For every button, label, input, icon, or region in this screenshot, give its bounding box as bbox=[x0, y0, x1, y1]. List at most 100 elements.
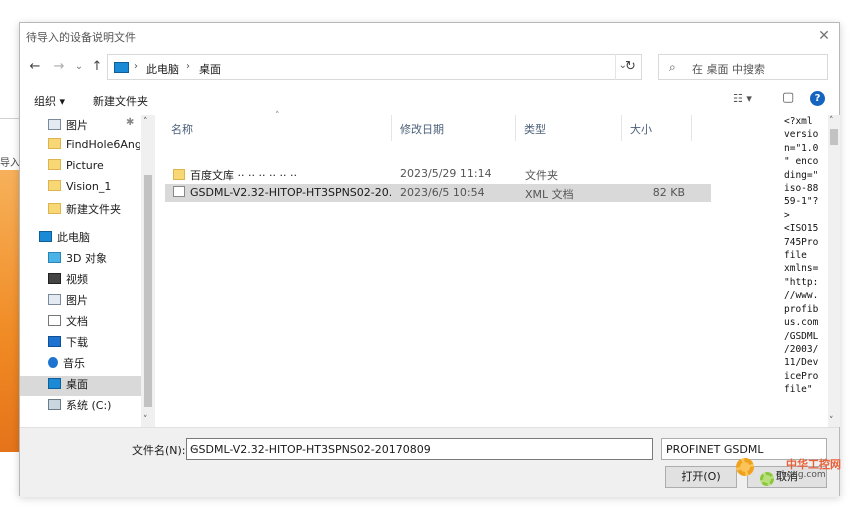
file-list: 名称 ˄ 修改日期 类型 大小 百度文库 ·· ·· ·· ·· ·· ·· 2… bbox=[165, 111, 711, 427]
chevron-down-icon[interactable]: ⌄ bbox=[190, 442, 648, 453]
drive-icon bbox=[48, 399, 61, 410]
file-date-cell: 2023/5/29 11:14 bbox=[400, 167, 492, 180]
column-header-date[interactable]: 修改日期 bbox=[394, 115, 516, 141]
xml-file-icon bbox=[173, 186, 185, 197]
sidebar-item-label: 音乐 bbox=[63, 357, 85, 370]
column-header-name[interactable]: 名称 ˄ bbox=[165, 111, 392, 141]
file-name-cell: 百度文库 ·· ·· ·· ·· ·· ·· bbox=[173, 167, 391, 183]
background-import-label: 导入 bbox=[0, 158, 20, 169]
computer-icon bbox=[114, 62, 129, 73]
sidebar-item-3d-objects[interactable]: 3D 对象 bbox=[48, 250, 140, 270]
preview-line: <?xml bbox=[784, 116, 813, 127]
sidebar-item-music[interactable]: 音乐 bbox=[48, 355, 140, 375]
sidebar-item-downloads[interactable]: 下载 bbox=[48, 334, 140, 354]
picture-icon bbox=[48, 119, 61, 130]
preview-line: us.com bbox=[784, 317, 819, 329]
search-placeholder: 在 桌面 中搜索 bbox=[692, 63, 765, 76]
breadcrumb-separator: › bbox=[186, 61, 190, 72]
folder-icon bbox=[48, 159, 61, 170]
cube-icon bbox=[48, 252, 61, 263]
pin-icon[interactable]: ✱ bbox=[126, 117, 134, 128]
desktop-icon bbox=[48, 378, 61, 389]
preview-line: 59-1"? bbox=[784, 196, 819, 208]
sidebar-item-vision-1[interactable]: Vision_1 bbox=[48, 180, 140, 200]
sidebar-item-system-drive[interactable]: 系统 (C:) bbox=[48, 397, 140, 417]
picture-icon bbox=[48, 294, 61, 305]
sidebar-item-label: 图片 bbox=[66, 294, 88, 307]
preview-line: 11/Dev bbox=[784, 357, 819, 369]
sidebar-item-findhole6angle[interactable]: FindHole6Angle bbox=[48, 138, 140, 158]
preview-line: versio bbox=[784, 129, 819, 141]
file-type-cell: 文件夹 bbox=[525, 169, 558, 182]
file-size-cell: 82 KB bbox=[652, 186, 685, 199]
breadcrumb-desktop[interactable]: 桌面 bbox=[199, 61, 221, 77]
breadcrumb-separator: › bbox=[134, 61, 138, 72]
sidebar-item-this-pc[interactable]: 此电脑 bbox=[39, 229, 139, 249]
preview-line: xmlns= bbox=[784, 263, 819, 275]
sidebar-item-picture[interactable]: Picture bbox=[48, 159, 140, 179]
sidebar-item-label: 此电脑 bbox=[57, 231, 90, 244]
open-button[interactable]: 打开(O) bbox=[665, 466, 737, 488]
organize-menu-button[interactable]: 组织 ▾ bbox=[34, 93, 65, 109]
up-arrow-icon[interactable]: ↑ bbox=[88, 58, 106, 76]
watermark-url: gkong.com bbox=[776, 470, 826, 480]
preview-pane: <?xml versio n="1.0 " enco ding=" iso-88 59-1"… bbox=[784, 115, 830, 427]
folder-icon bbox=[48, 203, 61, 214]
sidebar-item-label: 文档 bbox=[66, 315, 88, 328]
column-label: 大小 bbox=[630, 123, 652, 136]
scrollbar-thumb[interactable] bbox=[144, 175, 152, 407]
column-header-size[interactable]: 大小 bbox=[624, 115, 692, 141]
preview-line: /2003/ bbox=[784, 343, 819, 355]
scroll-down-arrow-icon[interactable]: ˅ bbox=[143, 415, 148, 425]
gear-icon bbox=[760, 472, 774, 486]
preview-line: " enco bbox=[784, 156, 819, 168]
sidebar-item-documents[interactable]: 文档 bbox=[48, 313, 140, 333]
scroll-up-arrow-icon[interactable]: ˄ bbox=[829, 116, 834, 126]
chevron-down-icon[interactable]: ⌄ bbox=[666, 442, 821, 453]
view-options-icon[interactable]: ☷ ▾ bbox=[733, 92, 752, 105]
filename-field[interactable]: GSDML-V2.32-HITOP-HT3SPNS02-20170809 ⌄ bbox=[186, 438, 653, 460]
preview-pane-icon[interactable]: ▢ bbox=[782, 90, 794, 105]
file-name: GSDML-V2.32-HITOP-HT3SPNS02-20... bbox=[190, 186, 391, 199]
sidebar-item-label: 3D 对象 bbox=[66, 252, 107, 265]
preview-line: <ISO15 bbox=[784, 223, 819, 235]
refresh-icon[interactable]: ↻ bbox=[615, 54, 645, 80]
column-header-type[interactable]: 类型 bbox=[518, 115, 622, 141]
sidebar-item-videos[interactable]: 视频 bbox=[48, 271, 140, 291]
navigation-bar: ← → ⌄ ↑ › 此电脑 › 桌面 ⌄ ↻ ⌕ 在 桌面 中搜索 bbox=[20, 54, 839, 80]
preview-line: file" bbox=[784, 384, 813, 396]
document-icon bbox=[48, 315, 61, 326]
new-folder-button[interactable]: 新建文件夹 bbox=[93, 93, 148, 109]
scrollbar-thumb[interactable] bbox=[830, 129, 838, 145]
forward-arrow-icon[interactable]: → bbox=[50, 58, 68, 76]
folder-icon bbox=[173, 169, 185, 180]
sidebar-item-label: Picture bbox=[66, 159, 104, 172]
table-row[interactable]: GSDML-V2.32-HITOP-HT3SPNS02-20... 2023/6… bbox=[165, 184, 711, 202]
preview-line: ding=" bbox=[784, 169, 819, 181]
sidebar-item-label: 图片 bbox=[66, 119, 88, 132]
sidebar-item-pictures[interactable]: 图片 bbox=[48, 292, 140, 312]
navigation-pane: 图片 ✱ FindHole6Angle Picture Vision_1 新建文… bbox=[20, 115, 157, 427]
sidebar-item-label: Vision_1 bbox=[66, 180, 112, 193]
preview-line: file bbox=[784, 250, 807, 262]
sidebar-item-pictures-quick[interactable]: 图片 ✱ bbox=[48, 117, 138, 137]
sidebar-item-label: 下载 bbox=[66, 336, 88, 349]
sidebar-item-desktop[interactable]: 桌面 bbox=[20, 376, 141, 396]
preview-scrollbar[interactable]: ˄ ˅ bbox=[828, 115, 840, 427]
breadcrumb-this-pc[interactable]: 此电脑 bbox=[146, 61, 179, 77]
search-input[interactable]: ⌕ 在 桌面 中搜索 bbox=[658, 54, 828, 80]
dialog-title: 待导入的设备说明文件 bbox=[26, 31, 136, 44]
file-name-cell: GSDML-V2.32-HITOP-HT3SPNS02-20... bbox=[173, 186, 391, 199]
table-row[interactable]: 百度文库 ·· ·· ·· ·· ·· ·· 2023/5/29 11:14 文… bbox=[165, 165, 711, 183]
navigation-scrollbar[interactable]: ˄ ˅ bbox=[141, 115, 155, 427]
address-bar[interactable]: › 此电脑 › 桌面 ⌄ bbox=[107, 54, 642, 80]
help-icon[interactable]: ? bbox=[810, 91, 825, 106]
scroll-down-arrow-icon[interactable]: ˅ bbox=[829, 416, 834, 426]
back-arrow-icon[interactable]: ← bbox=[26, 58, 44, 76]
recent-locations-icon[interactable]: ⌄ bbox=[70, 58, 88, 76]
file-date-cell: 2023/6/5 10:54 bbox=[400, 186, 485, 199]
preview-line: iso-88 bbox=[784, 183, 819, 195]
close-icon[interactable]: ✕ bbox=[815, 27, 833, 45]
sidebar-item-new-folder[interactable]: 新建文件夹 bbox=[48, 201, 140, 221]
scroll-up-arrow-icon[interactable]: ˄ bbox=[143, 117, 148, 127]
